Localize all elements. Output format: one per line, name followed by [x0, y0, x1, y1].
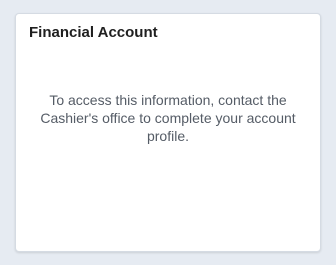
- financial-account-tile[interactable]: Financial Account To access this informa…: [15, 13, 321, 252]
- tile-title: Financial Account: [29, 24, 158, 41]
- tile-message: To access this information, contact the …: [40, 92, 296, 144]
